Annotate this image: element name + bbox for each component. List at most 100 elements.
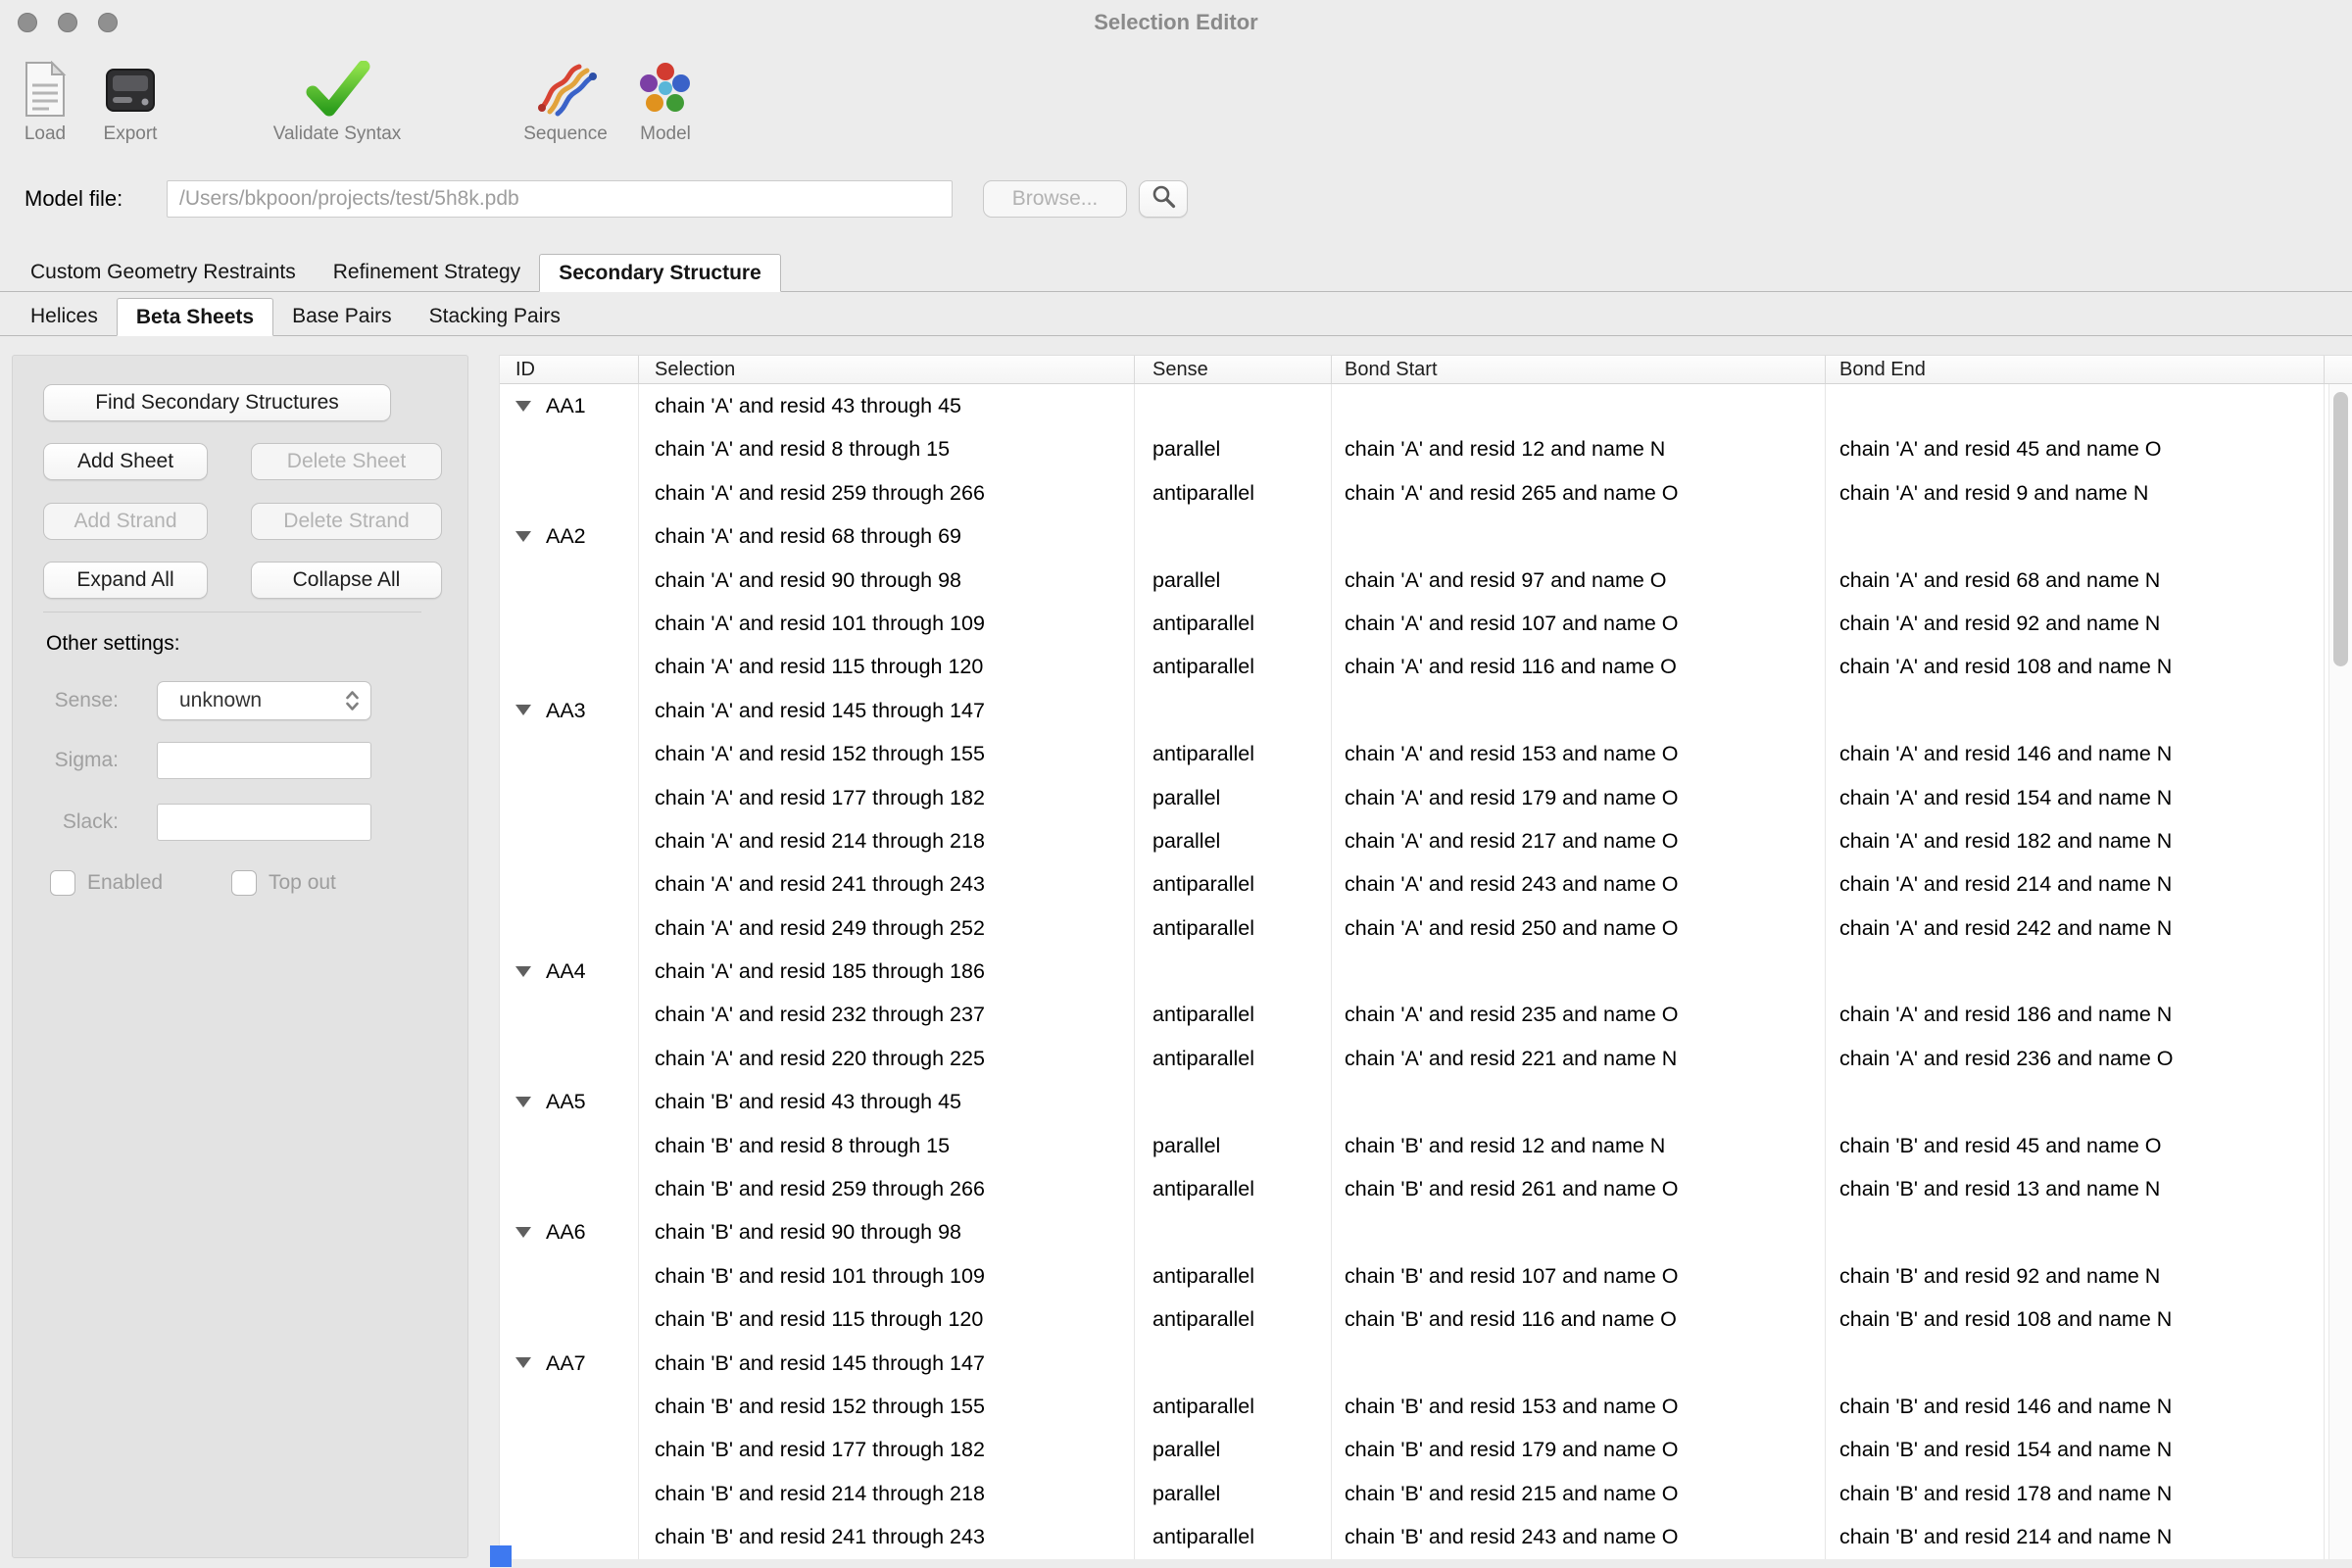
sheet-group-row[interactable]: AA5chain 'B' and resid 43 through 45: [500, 1080, 2352, 1123]
strand-row[interactable]: chain 'A' and resid 241 through 243antip…: [500, 862, 2352, 906]
cell-selection: chain 'B' and resid 214 through 218: [639, 1472, 1135, 1515]
disclosure-triangle-icon[interactable]: [515, 705, 531, 715]
strand-row[interactable]: chain 'B' and resid 115 through 120antip…: [500, 1298, 2352, 1341]
subtab-base-pairs[interactable]: Base Pairs: [273, 298, 411, 335]
disclosure-triangle-icon[interactable]: [515, 401, 531, 412]
strand-row[interactable]: chain 'A' and resid 220 through 225antip…: [500, 1037, 2352, 1080]
strand-row[interactable]: chain 'A' and resid 214 through 218paral…: [500, 819, 2352, 862]
cell-bond-end: [1826, 950, 2325, 993]
load-icon: [21, 55, 70, 118]
window-title: Selection Editor: [0, 10, 2352, 35]
validate-syntax-label: Validate Syntax: [273, 123, 402, 145]
strand-row[interactable]: chain 'A' and resid 115 through 120antip…: [500, 645, 2352, 688]
search-button[interactable]: [1139, 180, 1188, 218]
column-header-selection[interactable]: Selection: [639, 356, 1135, 383]
sheet-id-label: AA3: [546, 689, 586, 732]
validate-syntax-button[interactable]: Validate Syntax: [239, 55, 435, 145]
cell-sense: parallel: [1135, 1472, 1332, 1515]
sheet-group-row[interactable]: AA4chain 'A' and resid 185 through 186: [500, 950, 2352, 993]
strand-row[interactable]: chain 'B' and resid 214 through 218paral…: [500, 1472, 2352, 1515]
slack-input[interactable]: [157, 804, 371, 841]
strand-row[interactable]: chain 'B' and resid 259 through 266antip…: [500, 1167, 2352, 1210]
disclosure-triangle-icon[interactable]: [515, 1097, 531, 1107]
cell-id: AA1: [500, 384, 639, 427]
column-header-sense[interactable]: Sense: [1135, 356, 1332, 383]
export-button[interactable]: Export: [90, 55, 171, 145]
cell-bond-start: chain 'A' and resid 12 and name N: [1332, 427, 1826, 470]
toolbar: Load Export Va: [0, 45, 2352, 163]
strand-row[interactable]: chain 'A' and resid 101 through 109antip…: [500, 602, 2352, 645]
column-header-bond-end[interactable]: Bond End: [1826, 356, 2325, 383]
add-strand-button[interactable]: Add Strand: [43, 503, 208, 540]
strand-row[interactable]: chain 'A' and resid 152 through 155antip…: [500, 732, 2352, 775]
disclosure-triangle-icon[interactable]: [515, 1227, 531, 1238]
strand-row[interactable]: chain 'A' and resid 249 through 252antip…: [500, 906, 2352, 950]
tab-secondary-structure[interactable]: Secondary Structure: [539, 254, 781, 292]
subtab-beta-sheets[interactable]: Beta Sheets: [117, 298, 273, 336]
tab-custom-geometry-restraints[interactable]: Custom Geometry Restraints: [12, 254, 315, 291]
strand-row[interactable]: chain 'A' and resid 90 through 98paralle…: [500, 559, 2352, 602]
export-icon: [102, 55, 159, 118]
vertical-scrollbar[interactable]: [2328, 384, 2352, 1559]
load-button[interactable]: Load: [6, 55, 84, 145]
scrollbar-thumb[interactable]: [2333, 392, 2348, 666]
top-out-label: Top out: [269, 870, 336, 896]
cell-selection: chain 'B' and resid 43 through 45: [639, 1080, 1135, 1123]
cell-bond-start: chain 'B' and resid 261 and name O: [1332, 1167, 1826, 1210]
collapse-all-button[interactable]: Collapse All: [251, 562, 442, 599]
disclosure-triangle-icon[interactable]: [515, 1357, 531, 1368]
browse-button[interactable]: Browse...: [983, 180, 1127, 218]
model-file-input[interactable]: [167, 180, 953, 218]
sheet-id-label: AA2: [546, 514, 586, 558]
strand-row[interactable]: chain 'B' and resid 8 through 15parallel…: [500, 1124, 2352, 1167]
cell-bond-end: chain 'A' and resid 108 and name N: [1826, 645, 2325, 688]
delete-strand-button[interactable]: Delete Strand: [251, 503, 442, 540]
strand-row[interactable]: chain 'A' and resid 177 through 182paral…: [500, 776, 2352, 819]
cell-id: AA3: [500, 689, 639, 732]
cell-id: [500, 862, 639, 906]
expand-all-button[interactable]: Expand All: [43, 562, 208, 599]
strand-row[interactable]: chain 'B' and resid 241 through 243antip…: [500, 1515, 2352, 1558]
disclosure-triangle-icon[interactable]: [515, 531, 531, 542]
cell-id: [500, 732, 639, 775]
cell-bond-end: chain 'A' and resid 154 and name N: [1826, 776, 2325, 819]
cell-selection: chain 'A' and resid 241 through 243: [639, 862, 1135, 906]
add-sheet-button[interactable]: Add Sheet: [43, 443, 208, 480]
strand-row[interactable]: chain 'A' and resid 232 through 237antip…: [500, 993, 2352, 1036]
sheet-group-row[interactable]: AA7chain 'B' and resid 145 through 147: [500, 1342, 2352, 1385]
cell-bond-start: [1332, 1342, 1826, 1385]
top-out-checkbox[interactable]: [231, 870, 257, 896]
strand-row[interactable]: chain 'B' and resid 152 through 155antip…: [500, 1385, 2352, 1428]
disclosure-triangle-icon[interactable]: [515, 966, 531, 977]
sequence-label: Sequence: [523, 123, 608, 145]
cell-bond-end: chain 'A' and resid 146 and name N: [1826, 732, 2325, 775]
tab-refinement-strategy[interactable]: Refinement Strategy: [315, 254, 539, 291]
strand-row[interactable]: chain 'B' and resid 101 through 109antip…: [500, 1254, 2352, 1298]
strand-row[interactable]: chain 'B' and resid 177 through 182paral…: [500, 1428, 2352, 1471]
find-secondary-structures-button[interactable]: Find Secondary Structures: [43, 384, 391, 421]
subtab-stacking-pairs[interactable]: Stacking Pairs: [411, 298, 579, 335]
enabled-checkbox[interactable]: [50, 870, 75, 896]
cell-id: [500, 1298, 639, 1341]
cell-selection: chain 'A' and resid 68 through 69: [639, 514, 1135, 558]
cell-selection: chain 'A' and resid 220 through 225: [639, 1037, 1135, 1080]
delete-sheet-button[interactable]: Delete Sheet: [251, 443, 442, 480]
cell-sense: parallel: [1135, 559, 1332, 602]
sheet-group-row[interactable]: AA2 chain 'A' and resid 68 through 69: [500, 514, 2352, 558]
cell-sense: [1135, 514, 1332, 558]
cell-selection: chain 'B' and resid 8 through 15: [639, 1124, 1135, 1167]
cell-bond-end: chain 'B' and resid 178 and name N: [1826, 1472, 2325, 1515]
column-header-id[interactable]: ID: [500, 356, 639, 383]
strand-row[interactable]: chain 'A' and resid 8 through 15parallel…: [500, 427, 2352, 470]
column-header-bond-start[interactable]: Bond Start: [1332, 356, 1826, 383]
strand-row[interactable]: chain 'A' and resid 259 through 266antip…: [500, 471, 2352, 514]
sheet-group-row[interactable]: AA6chain 'B' and resid 90 through 98: [500, 1210, 2352, 1253]
sheet-group-row[interactable]: AA3chain 'A' and resid 145 through 147: [500, 689, 2352, 732]
sense-dropdown[interactable]: unknown: [157, 681, 371, 720]
sigma-input[interactable]: [157, 742, 371, 779]
sequence-button[interactable]: Sequence: [502, 55, 629, 145]
model-button[interactable]: Model: [612, 55, 719, 145]
sheet-group-row[interactable]: AA1chain 'A' and resid 43 through 45: [500, 384, 2352, 427]
subtab-helices[interactable]: Helices: [12, 298, 117, 335]
cell-bond-start: [1332, 950, 1826, 993]
